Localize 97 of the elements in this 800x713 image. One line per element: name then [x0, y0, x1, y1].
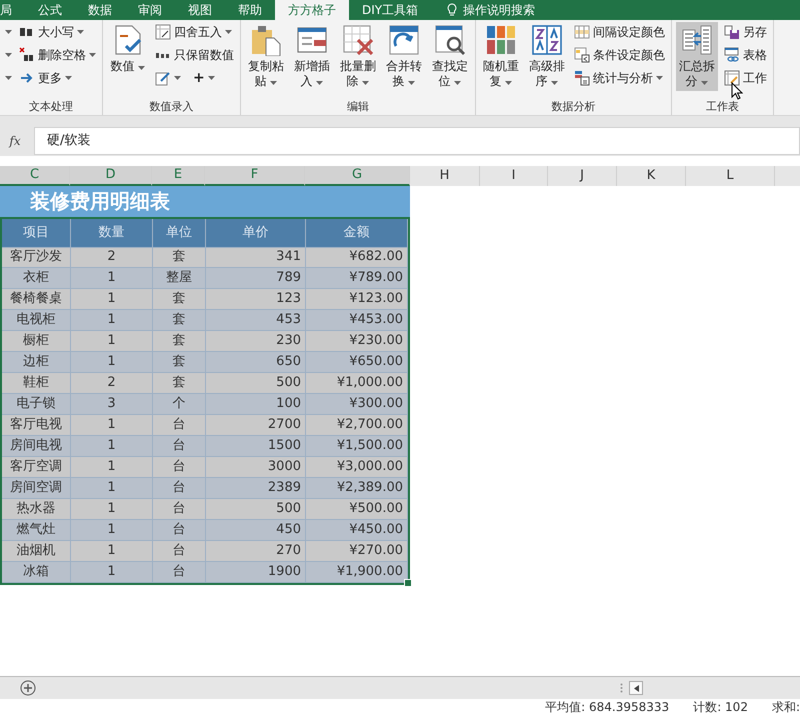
ribbon-button[interactable]: 条件设定颜色 — [572, 45, 667, 65]
statistics-icon — [574, 70, 590, 86]
caret-icon — [362, 81, 370, 85]
left-arrow-icon — [634, 684, 638, 692]
column-header[interactable]: G — [305, 166, 410, 186]
column-header[interactable]: F — [205, 166, 305, 186]
caret-icon — [5, 76, 12, 80]
group-label: 工作表 — [705, 99, 740, 115]
caret-icon — [174, 76, 181, 80]
ribbon-button[interactable]: 复制粘贴 — [245, 22, 287, 91]
ribbon-button[interactable]: 间隔设定颜色 — [572, 22, 667, 42]
ribbon-button[interactable]: 汇总拆分 — [676, 22, 718, 91]
caret-icon — [316, 81, 324, 85]
status-text: 求和: — [772, 699, 800, 713]
column-header[interactable]: J — [548, 166, 617, 186]
caret-icon — [225, 30, 232, 34]
caret-icon — [701, 81, 708, 85]
ribbon-button[interactable]: 合并转换 — [383, 22, 425, 91]
ribbon-tab[interactable]: 数据 — [75, 0, 125, 20]
formula-input[interactable]: 硬/软装 — [34, 127, 800, 155]
tiles-icon — [485, 24, 517, 56]
caret-icon — [270, 81, 278, 85]
column-header[interactable]: E — [152, 166, 205, 186]
clipboard-icon — [250, 24, 282, 56]
percent-table-icon — [155, 24, 171, 40]
insert-function-button[interactable]: fx — [0, 134, 30, 148]
find-icon — [434, 24, 466, 56]
caret-icon — [65, 76, 72, 80]
column-header[interactable]: K — [617, 166, 686, 186]
table-cell: 冰箱 — [2, 562, 71, 583]
ribbon-button[interactable]: 新增插入 — [291, 22, 333, 91]
ribbon-button[interactable]: 删除空格 — [17, 45, 98, 65]
ribbon-button[interactable]: 查找定位 — [429, 22, 471, 91]
column-header[interactable]: I — [480, 166, 548, 186]
status-text: 计数: 102 — [693, 699, 748, 713]
group-label: 数据分析 — [550, 99, 596, 115]
table-cell: 台 — [153, 562, 206, 583]
table-cell: 1 — [71, 562, 153, 583]
ribbon-button[interactable]: 随机重复 — [480, 22, 522, 91]
edit-icon — [155, 70, 171, 86]
delete-table-icon — [342, 24, 374, 56]
ribbon-button[interactable]: 大小写 — [17, 22, 98, 42]
tell-me-search[interactable]: 操作说明搜索 — [463, 0, 536, 20]
caret-icon — [5, 30, 12, 34]
worksheet-icon — [724, 70, 740, 86]
table-title: 装修费用明细表 — [0, 186, 410, 217]
group-label: 编辑 — [346, 99, 370, 115]
ribbon-button[interactable]: 四舍五入 — [153, 22, 236, 42]
ribbon-tab[interactable]: 方方格子 — [275, 0, 349, 20]
mouse-pointer-icon — [731, 82, 743, 100]
ribbon-tab[interactable]: 局 — [0, 0, 25, 20]
ribbon-button[interactable]: 只保留数值 — [153, 45, 236, 65]
caret-icon — [408, 81, 416, 85]
ribbon-button[interactable]: 表格 — [722, 45, 769, 65]
ribbon-button[interactable]: + — [191, 68, 217, 88]
ribbon-button[interactable]: 统计与分析 — [572, 68, 667, 88]
link-table-icon — [724, 47, 740, 63]
caret-icon — [208, 76, 215, 80]
plus-circle-icon — [20, 680, 36, 696]
ribbon-button[interactable]: 高级排序 — [526, 22, 568, 91]
column-header[interactable]: C — [0, 166, 70, 186]
caret-icon — [5, 53, 12, 57]
ribbon-button[interactable]: 工作 — [722, 68, 769, 88]
ribbon-button[interactable]: 更多 — [17, 68, 98, 88]
caret-icon — [454, 81, 462, 85]
drag-dots-icon — [620, 683, 623, 693]
ribbon-button[interactable]: 数值 — [107, 22, 149, 76]
ribbon-tab[interactable]: 视图 — [175, 0, 225, 20]
lightbulb-icon — [447, 3, 458, 17]
caret-icon — [138, 66, 146, 70]
ribbon-tab[interactable]: DIY工具箱 — [349, 0, 432, 20]
convert-icon — [388, 24, 420, 56]
column-header[interactable]: L — [686, 166, 775, 186]
scroll-left-button[interactable] — [629, 681, 643, 695]
caret-icon — [89, 53, 96, 57]
split-list-icon — [681, 24, 713, 56]
group-label: 数值录入 — [148, 99, 194, 115]
ribbon-tab[interactable]: 帮助 — [225, 0, 275, 20]
grid-icon — [574, 24, 590, 40]
add-sheet-button[interactable] — [20, 680, 36, 696]
ribbon-button[interactable]: 批量删除 — [337, 22, 379, 91]
conditional-format-icon — [574, 47, 590, 63]
ribbon-tab[interactable]: 审阅 — [125, 0, 175, 20]
table-cell: 1900 — [206, 562, 306, 583]
ribbon-button[interactable]: 另存 — [722, 22, 769, 42]
column-header[interactable]: H — [410, 166, 480, 186]
group-label: 文本处理 — [28, 99, 74, 115]
fill-handle[interactable] — [404, 579, 412, 587]
caret-icon — [505, 81, 512, 85]
caret-icon — [656, 76, 663, 80]
caret-icon — [77, 30, 84, 34]
ribbon-tab[interactable]: 公式 — [25, 0, 75, 20]
column-header[interactable]: D — [70, 166, 152, 186]
status-text: 平均值: 684.3958333 — [545, 699, 670, 713]
caret-icon — [551, 81, 558, 85]
save-icon — [724, 24, 740, 40]
sort-icon — [531, 24, 563, 56]
